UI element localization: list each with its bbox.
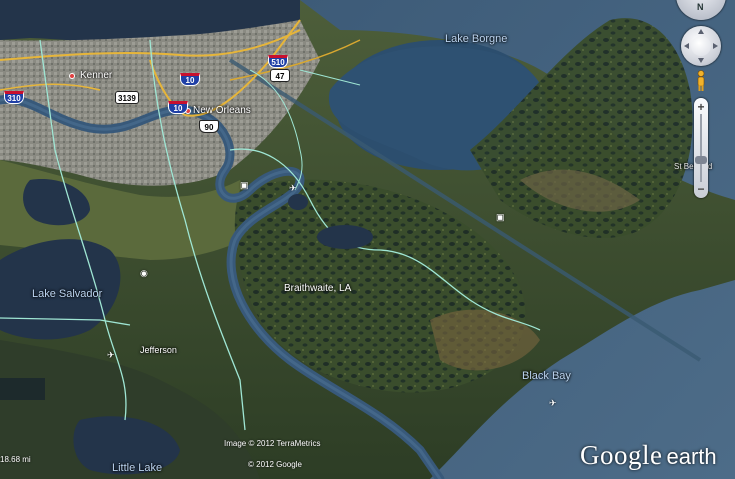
new-orleans-label[interactable]: New Orleans <box>193 105 251 116</box>
arrows-icon <box>684 29 718 63</box>
la-3139-shield: 3139 <box>115 91 139 104</box>
zoom-out-button[interactable]: − <box>694 182 708 196</box>
imagery-credit: Image © 2012 TerraMetrics <box>224 439 321 448</box>
zoom-slider[interactable]: + − <box>694 98 708 198</box>
airport-icon-black-bay[interactable]: ✈ <box>549 398 557 409</box>
braithwaite-label[interactable]: Braithwaite, LA <box>284 283 351 294</box>
building-icon-east[interactable]: ▣ <box>496 212 505 223</box>
us-90-shield: 90 <box>199 120 219 133</box>
lake-borgne-label: Lake Borgne <box>445 33 508 45</box>
copyright-credit: © 2012 Google <box>248 460 302 469</box>
zoom-track-line <box>700 114 702 182</box>
little-lake-label: Little Lake <box>112 462 163 474</box>
street-view-pegman-icon[interactable] <box>695 70 707 92</box>
la-47-shield: 47 <box>270 69 290 82</box>
look-control[interactable] <box>681 26 721 66</box>
airport-icon[interactable]: ✈ <box>289 183 297 194</box>
building-icon[interactable]: ▣ <box>240 180 249 191</box>
scale-readout: 18.68 mi <box>0 455 31 464</box>
interstate-10-shield: 10 <box>180 73 200 86</box>
interstate-510-shield: 510 <box>268 55 288 68</box>
interstate-10-shield-south: 10 <box>168 101 188 114</box>
airport-icon-jefferson[interactable]: ✈ <box>107 350 115 361</box>
zoom-slider-handle[interactable] <box>695 156 707 164</box>
google-earth-logo: Google earth <box>580 440 717 471</box>
earth-wordmark: earth <box>666 444 717 469</box>
map-viewport[interactable]: Lake Borgne Lake Salvador Black Bay Litt… <box>0 0 735 479</box>
pin-icon[interactable]: ◉ <box>140 268 148 279</box>
jefferson-label[interactable]: Jefferson <box>140 345 177 355</box>
google-wordmark: Google <box>580 440 663 470</box>
north-indicator: N <box>697 2 704 12</box>
lake-salvador-label: Lake Salvador <box>32 288 103 300</box>
black-bay-label: Black Bay <box>522 370 571 382</box>
kenner-marker[interactable] <box>69 73 75 79</box>
interstate-310-shield: 310 <box>4 91 24 104</box>
zoom-in-button[interactable]: + <box>694 100 708 114</box>
kenner-label[interactable]: Kenner <box>80 70 112 81</box>
